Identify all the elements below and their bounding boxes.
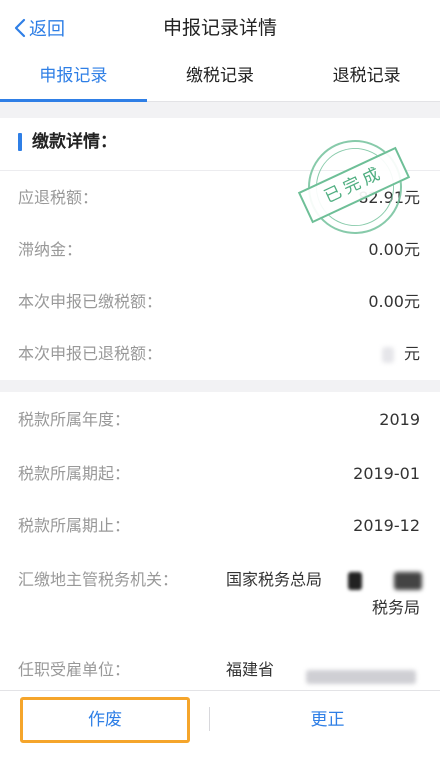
row-value: 0.00元 — [368, 292, 420, 311]
row-paid-amount: 本次申报已缴税额： 0.00元 — [0, 276, 440, 328]
row-label: 应退税额： — [18, 188, 99, 207]
row-value: 2019-12 — [353, 516, 420, 535]
section-accent-bar — [18, 133, 22, 151]
row-value: 2019 — [379, 410, 420, 429]
row-label: 汇缴地主管税务机关： — [18, 570, 179, 589]
row-value: 0.00元 — [368, 240, 420, 259]
row-label: 本次申报已退税额： — [18, 344, 163, 363]
redacted-value — [394, 566, 422, 594]
correct-button[interactable]: 更正 — [215, 697, 440, 743]
action-bar: 作废 更正 — [0, 690, 440, 758]
redacted-value — [306, 662, 416, 690]
row-period-end: 税款所属期止： 2019-12 — [0, 500, 440, 552]
row-value: 2019-01 — [353, 464, 420, 483]
page-title: 申报记录详情 — [162, 17, 277, 39]
redacted-value — [382, 340, 394, 368]
tab-payment-records[interactable]: 缴税记录 — [147, 55, 294, 101]
section-title: 缴款详情： — [32, 132, 117, 152]
row-value: 福建省 — [226, 660, 275, 679]
tab-declaration-records[interactable]: 申报记录 — [0, 55, 147, 102]
row-label: 税款所属期止： — [18, 516, 131, 535]
nav-bar: 返回 申报记录详情 — [0, 0, 440, 55]
row-value-line2: 税务局 — [371, 598, 420, 617]
action-divider — [209, 707, 210, 731]
row-period-start: 税款所属期起： 2019-01 — [0, 448, 440, 500]
tab-bar: 申报记录 缴税记录 退税记录 — [0, 55, 440, 102]
row-label: 税款所属期起： — [18, 464, 131, 483]
row-label: 滞纳金： — [18, 240, 83, 259]
void-button[interactable]: 作废 — [20, 697, 190, 743]
row-label: 本次申报已缴税额： — [18, 292, 163, 311]
row-label: 税款所属年度： — [18, 410, 131, 429]
row-label: 任职受雇单位： — [18, 660, 131, 679]
row-value-line1: 国家税务总局 — [226, 570, 323, 589]
row-late-fee: 滞纳金： 0.00元 — [0, 224, 440, 276]
row-refunded-amount: 本次申报已退税额： 元 — [0, 328, 440, 380]
row-tax-year: 税款所属年度： 2019 — [0, 394, 440, 446]
row-value: 元 — [403, 344, 420, 363]
tax-info-section: 税款所属年度： 2019 税款所属期起： 2019-01 税款所属期止： 201… — [0, 392, 440, 692]
row-tax-authority: 汇缴地主管税务机关： 国家税务总局 税务局 — [0, 554, 440, 624]
row-employer: 任职受雇单位： 福建省 — [0, 644, 440, 696]
redacted-value — [348, 566, 362, 594]
tab-refund-records[interactable]: 退税记录 — [293, 55, 440, 101]
